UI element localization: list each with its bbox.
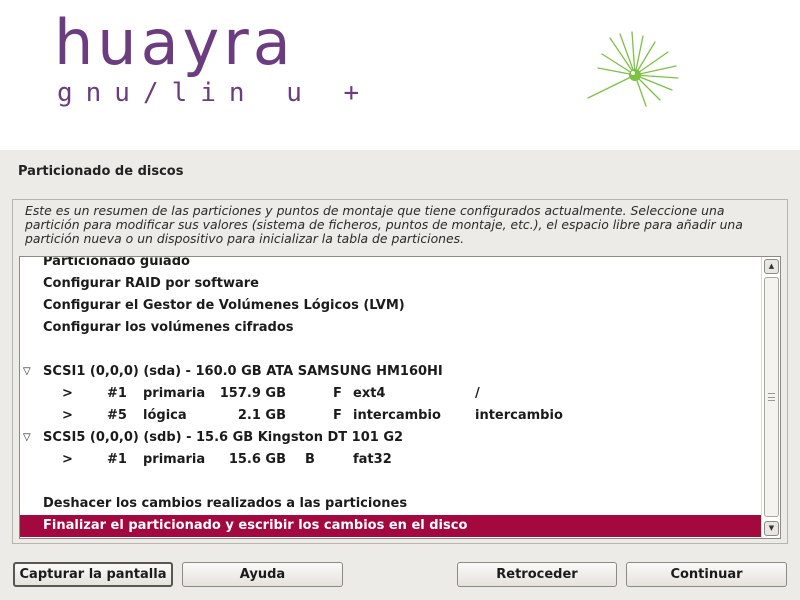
starburst-logo-icon [587,31,679,107]
partition-list-content: Particionado guiado Configurar RAID por … [20,256,762,537]
triangle-down-icon: ▽ [23,366,31,377]
partition-mount: / [475,386,480,401]
list-item-raid[interactable]: Configurar RAID por software [20,273,762,295]
list-item-label: Configurar el Gestor de Volúmenes Lógico… [43,298,405,313]
partition-size: 2.1 GB [237,408,286,423]
list-item-label: Configurar los volúmenes cifrados [43,320,294,335]
scrollbar-thumb[interactable] [764,277,779,517]
help-button[interactable]: Ayuda [182,562,343,587]
list-item-lvm[interactable]: Configurar el Gestor de Volúmenes Lógico… [20,295,762,317]
logo-wordmark: huayra [54,6,295,79]
back-button[interactable]: Retroceder [457,562,617,587]
partition-size: 157.9 GB [219,386,286,401]
partition-flag: B [305,452,315,467]
partition-list[interactable]: Particionado guiado Configurar RAID por … [19,256,781,539]
partition-type: primaria [143,386,206,401]
partition-type: lógica [143,408,187,423]
page-title: Particionado de discos [18,164,184,179]
partition-number: #5 [107,408,127,423]
partition-fs: fat32 [353,452,392,467]
partition-row[interactable]: > #1 primaria 157.9 GB F ext4 / [20,383,762,405]
disk-label: SCSI1 (0,0,0) (sda) - 160.0 GB ATA SAMSU… [43,364,443,379]
partition-marker: > [62,408,73,423]
disk-label: SCSI5 (0,0,0) (sdb) - 15.6 GB Kingston D… [43,430,404,445]
partition-flag: F [333,386,342,401]
disk-row-sda[interactable]: ▽ SCSI1 (0,0,0) (sda) - 160.0 GB ATA SAM… [20,361,762,383]
partition-mount: intercambio [475,408,563,423]
list-item-label: Deshacer los cambios realizados a las pa… [43,496,408,511]
partition-fs: intercambio [353,408,441,423]
list-item-label: Configurar RAID por software [43,276,259,291]
header-banner: huayra gnu/lin u + [0,0,800,150]
list-item-label: Finalizar el particionado y escribir los… [43,518,468,533]
partition-number: #1 [107,452,127,467]
continue-button[interactable]: Continuar [626,562,787,587]
arrow-up-icon[interactable]: ▲ [764,259,779,274]
list-item-label: Particionado guiado [43,256,190,269]
logo-subtitle: gnu/lin u + [57,78,373,108]
page-description: Este es un resumen de las particiones y … [25,203,743,246]
list-scrollbar[interactable]: ▲ ▼ [761,257,780,538]
list-item-encrypted[interactable]: Configurar los volúmenes cifrados [20,317,762,339]
partition-flag: F [333,408,342,423]
partition-row[interactable]: > #5 lógica 2.1 GB F intercambio interca… [20,405,762,427]
list-item-guided[interactable]: Particionado guiado [20,256,762,273]
list-item-undo[interactable]: Deshacer los cambios realizados a las pa… [20,493,762,515]
partition-marker: > [62,386,73,401]
screenshot-button[interactable]: Capturar la pantalla [13,562,173,587]
partition-fs: ext4 [353,386,386,401]
triangle-down-icon: ▽ [23,432,31,443]
partition-size: 15.6 GB [228,452,286,467]
partition-row[interactable]: > #1 primaria 15.6 GB B fat32 [20,449,762,471]
arrow-down-icon[interactable]: ▼ [764,521,779,536]
disk-row-sdb[interactable]: ▽ SCSI5 (0,0,0) (sdb) - 15.6 GB Kingston… [20,427,762,449]
list-item-finish[interactable]: Finalizar el particionado y escribir los… [20,515,762,537]
partition-marker: > [62,452,73,467]
grip-icon [768,393,775,401]
partition-type: primaria [143,452,206,467]
partition-number: #1 [107,386,127,401]
